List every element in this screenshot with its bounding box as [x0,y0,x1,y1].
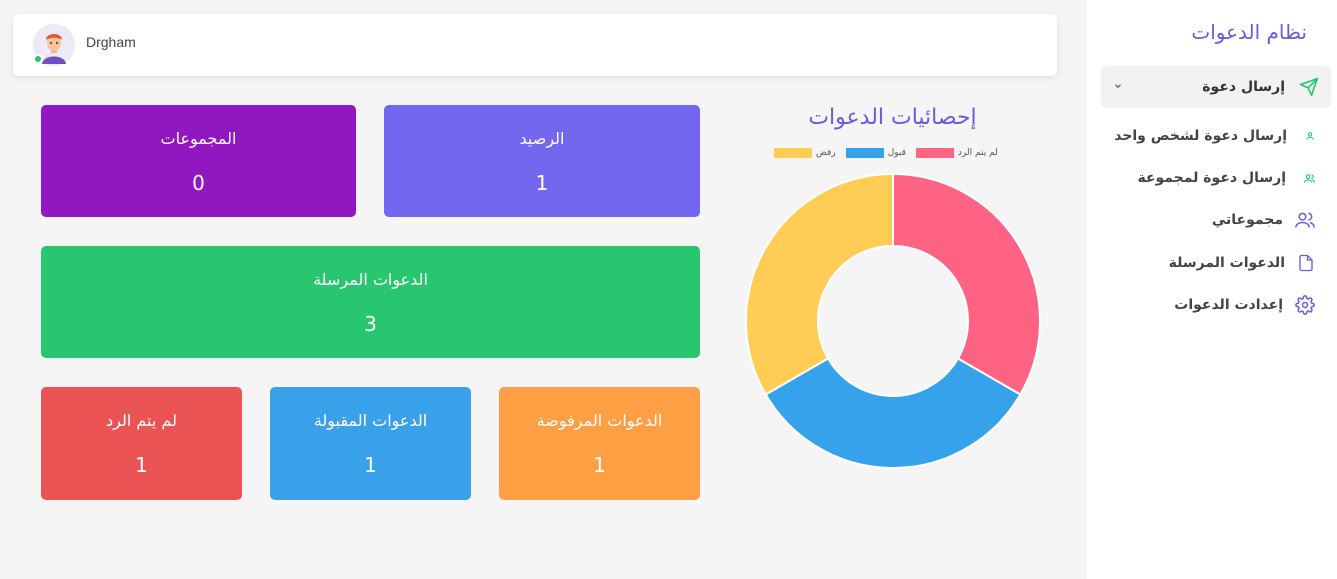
sidebar-item-my-groups[interactable]: مجموعاتي [1212,206,1315,234]
legend-label: لم يتم الرد [957,148,998,158]
card-title: لم يتم الرد [106,411,177,430]
legend-item[interactable]: رفض [774,148,836,158]
sidebar-item-settings[interactable]: إعدادت الدعوات [1174,291,1315,319]
card-sent-invitations: الدعوات المرسلة 3 [41,246,700,358]
legend-swatch [774,148,812,158]
card-value: 3 [364,312,377,336]
pie-slice[interactable] [745,173,894,396]
brand-title: نظام الدعوات [1191,20,1307,44]
legend-label: قبول [887,148,906,158]
sidebar-item-label: إرسال دعوة [1202,79,1285,95]
legend-item[interactable]: لم يتم الرد [915,148,998,158]
sidebar-item-send-single[interactable]: إرسال دعوة لشخص واحد [1114,122,1315,150]
sidebar-item-label: إرسال دعوة لمجموعة [1137,170,1286,186]
pie-slice[interactable] [764,357,1022,469]
donut-chart [745,173,1041,469]
card-title: الدعوات المقبولة [313,411,428,430]
legend-swatch [915,148,954,158]
card-no-reply: لم يتم الرد 1 [41,387,242,500]
sidebar-item-label: إعدادت الدعوات [1174,297,1283,313]
card-rejected: الدعوات المرفوضة 1 [499,387,700,500]
sidebar-item-label: الدعوات المرسلة [1168,255,1285,271]
sidebar: نظام الدعوات إرسال دعوة إرسال دعوة لشخص … [1085,0,1337,579]
pie-slice[interactable] [892,173,1041,396]
legend-label: رفض [816,148,836,158]
users-icon [1304,173,1315,184]
chevron-down-icon[interactable] [1113,80,1123,94]
username: Drgham [86,34,136,50]
sidebar-item-label: إرسال دعوة لشخص واحد [1114,128,1287,144]
sidebar-item-send-invitation[interactable]: إرسال دعوة [1101,66,1331,108]
card-value: 1 [535,171,549,195]
online-status-indicator [33,54,43,64]
file-icon [1297,253,1315,273]
send-icon [1299,77,1319,97]
users-icon [1295,210,1315,230]
avatar[interactable] [33,24,75,66]
gear-icon [1295,295,1315,315]
card-balance: الرصيد 1 [384,105,700,217]
card-title: المجموعات [160,129,237,148]
card-value: 0 [192,171,205,195]
sidebar-item-label: مجموعاتي [1211,212,1283,228]
chart-title: إحصائيات الدعوات [808,105,977,130]
card-title: الدعوات المرفوضة [536,411,663,430]
user-icon [1305,131,1315,141]
sidebar-item-send-group[interactable]: إرسال دعوة لمجموعة [1137,164,1315,192]
card-value: 1 [135,453,148,477]
card-value: 1 [364,453,377,477]
chart-legend: لم يتم الرد قبول رفض [774,148,998,158]
card-value: 1 [593,453,606,477]
top-navbar: Drgham [13,14,1057,76]
card-title: الدعوات المرسلة [313,270,428,289]
card-title: الرصيد [519,129,565,148]
legend-item[interactable]: قبول [845,148,906,158]
legend-swatch [845,148,884,158]
card-groups: المجموعات 0 [41,105,356,217]
card-accepted: الدعوات المقبولة 1 [270,387,471,500]
sidebar-item-sent-invitations[interactable]: الدعوات المرسلة [1169,249,1315,277]
